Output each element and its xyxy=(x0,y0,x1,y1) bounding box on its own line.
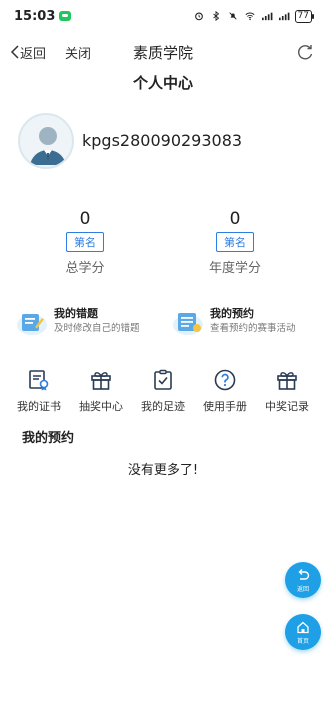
booking-list-icon xyxy=(173,313,203,335)
certificate-icon xyxy=(29,370,49,391)
status-icons: 77 xyxy=(193,9,315,23)
page-title: 个人中心 xyxy=(132,74,193,92)
floating-back-button[interactable]: 返回 xyxy=(285,562,321,598)
year-credits-value: 0 xyxy=(229,209,241,229)
avatar[interactable] xyxy=(18,113,74,169)
wechat-notification-icon xyxy=(59,11,72,21)
return-icon xyxy=(298,569,310,580)
floating-back-label: 返回 xyxy=(296,586,309,593)
refresh-icon[interactable] xyxy=(296,43,314,61)
my-mistakes-card[interactable]: 我的错题 及时修改自己的错题 xyxy=(16,305,140,337)
back-button[interactable]: 返回 xyxy=(10,43,46,62)
my-mistakes-title: 我的错题 xyxy=(54,306,98,320)
mute-icon xyxy=(228,12,237,20)
shortcut-label: 抽奖中心 xyxy=(79,400,123,413)
year-credits: 0 第名 年度学分 xyxy=(175,208,295,276)
user-avatar-icon xyxy=(30,127,66,165)
home-icon xyxy=(297,621,309,634)
shortcut-lottery-center[interactable]: 抽奖中心 xyxy=(70,368,132,414)
signal-icon xyxy=(278,12,289,21)
alarm-icon xyxy=(194,12,203,21)
mistakes-book-icon xyxy=(17,314,47,335)
username: kpgs280090293083 xyxy=(82,131,243,150)
chevron-left-icon xyxy=(10,45,19,59)
close-button[interactable]: 关闭 xyxy=(65,43,91,62)
my-booking-title: 我的预约 xyxy=(210,306,254,320)
shortcut-label: 使用手册 xyxy=(203,400,247,413)
shortcut-user-manual[interactable]: 使用手册 xyxy=(194,368,256,414)
help-icon xyxy=(214,369,236,391)
total-credits: 0 第名 总学分 xyxy=(25,208,145,276)
checklist-icon xyxy=(154,369,172,390)
shortcut-label: 我的足迹 xyxy=(141,400,185,413)
gift-icon xyxy=(91,372,111,390)
shortcut-label: 中奖记录 xyxy=(265,400,309,413)
back-label: 返回 xyxy=(20,46,47,62)
my-mistakes-subtitle: 及时修改自己的错题 xyxy=(54,322,140,334)
gift-icon xyxy=(277,372,297,390)
shortcut-my-certificates[interactable]: 我的证书 xyxy=(8,368,70,414)
total-rank-button[interactable]: 第名 xyxy=(66,232,104,252)
section-title-my-booking: 我的预约 xyxy=(22,431,75,446)
floating-home-button[interactable]: 首页 xyxy=(285,614,321,650)
my-booking-subtitle: 查看预约的赛事活动 xyxy=(210,322,296,334)
bluetooth-icon xyxy=(212,11,219,21)
shortcut-label: 我的证书 xyxy=(17,400,61,413)
shortcut-row: 我的证书 抽奖中心 我的足迹 使用手册 中奖记录 xyxy=(0,368,326,414)
shortcut-my-footprint[interactable]: 我的足迹 xyxy=(132,368,194,414)
shortcut-prize-records[interactable]: 中奖记录 xyxy=(256,368,318,414)
floating-home-label: 首页 xyxy=(296,638,309,645)
year-credits-label: 年度学分 xyxy=(208,261,261,276)
nav-title: 素质学院 xyxy=(132,43,193,62)
empty-list-text: 没有更多了! xyxy=(127,463,199,478)
nav-bar: 返回 关闭 素质学院 xyxy=(0,36,326,68)
total-credits-label: 总学分 xyxy=(65,261,105,276)
signal-icon xyxy=(261,12,272,21)
status-bar: 15:03 77 xyxy=(0,0,326,32)
wifi-icon xyxy=(245,12,255,21)
battery-icon: 77 xyxy=(294,9,315,23)
total-credits-value: 0 xyxy=(79,209,91,229)
my-booking-card[interactable]: 我的预约 查看预约的赛事活动 xyxy=(172,305,296,337)
year-rank-button[interactable]: 第名 xyxy=(216,232,254,252)
status-time: 15:03 xyxy=(14,8,56,24)
